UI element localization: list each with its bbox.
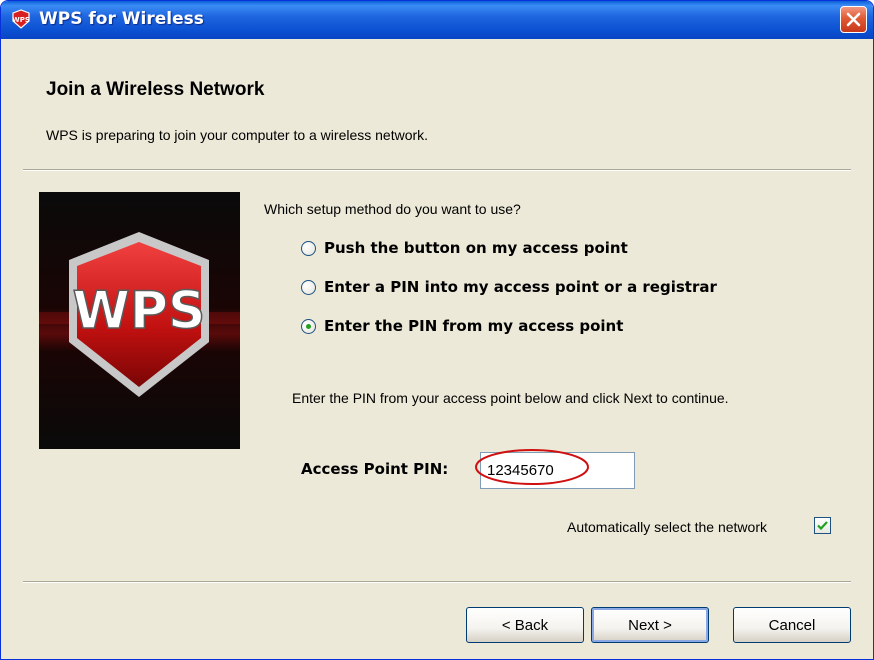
pin-instruction: Enter the PIN from your access point bel… (292, 390, 729, 406)
radio-label: Enter a PIN into my access point or a re… (324, 278, 717, 296)
radio-enter-pin-from-ap[interactable]: Enter the PIN from my access point (301, 315, 623, 337)
close-icon (846, 12, 861, 27)
radio-enter-pin-into-ap[interactable]: Enter a PIN into my access point or a re… (301, 276, 717, 298)
radio-label: Enter the PIN from my access point (324, 317, 624, 335)
radio-indicator[interactable] (301, 240, 316, 256)
cancel-button[interactable]: Cancel (733, 607, 851, 643)
svg-text:WPS: WPS (12, 16, 30, 24)
pin-highlight-circle (475, 449, 589, 485)
radio-push-button[interactable]: Push the button on my access point (301, 237, 628, 259)
auto-select-label: Automatically select the network (567, 519, 767, 535)
radio-indicator-selected[interactable] (301, 318, 316, 334)
wps-logo-image: WPS (39, 192, 240, 449)
pin-label: Access Point PIN: (301, 460, 449, 478)
radio-indicator[interactable] (301, 279, 316, 295)
title-bar[interactable]: WPS WPS for Wireless (1, 1, 873, 39)
next-button[interactable]: Next > (591, 607, 709, 643)
auto-select-checkbox[interactable] (814, 517, 831, 534)
header-panel: Join a Wireless Network WPS is preparing… (1, 39, 873, 171)
checkmark-icon (817, 521, 828, 531)
page-title: Join a Wireless Network (46, 79, 265, 100)
header-divider (23, 169, 851, 171)
page-subtitle: WPS is preparing to join your computer t… (46, 127, 429, 143)
footer-divider (23, 581, 851, 583)
back-button[interactable]: < Back (466, 607, 584, 643)
wps-app-icon: WPS (12, 9, 30, 29)
close-button[interactable] (840, 6, 867, 33)
logo-text: WPS (73, 281, 206, 341)
wps-dialog-window: WPS WPS for Wireless Join a Wireless Net… (0, 0, 874, 660)
setup-question: Which setup method do you want to use? (264, 201, 521, 217)
radio-label: Push the button on my access point (324, 239, 628, 257)
window-title: WPS for Wireless (39, 9, 204, 29)
